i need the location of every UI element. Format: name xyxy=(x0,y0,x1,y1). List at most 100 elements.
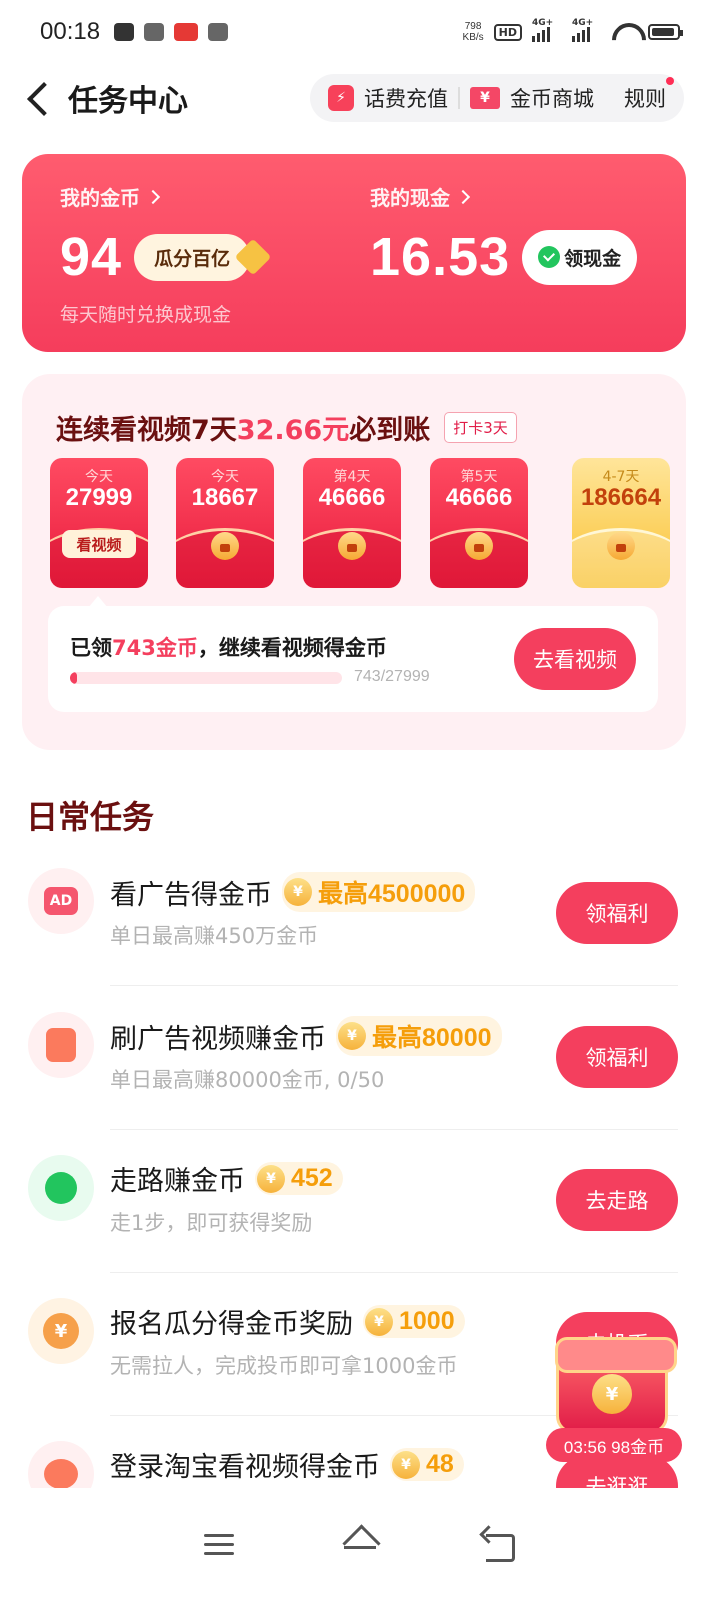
wechat-notification-icon xyxy=(144,23,165,41)
notification-icons xyxy=(114,23,229,41)
wallet-subtitle: 每天随时兑换成现金 xyxy=(60,304,232,326)
task-subtitle: 单日最高赚80000金币, 0/50 xyxy=(110,1068,385,1092)
recharge-link[interactable]: ⚡ 话费充值 xyxy=(328,83,448,113)
coin-icon: ¥ xyxy=(338,1022,366,1050)
task-item: 刷广告视频赚金币 ¥ 最高80000 单日最高赚80000金币, 0/50 领福利 xyxy=(0,986,720,1130)
task-title: 走路赚金币 xyxy=(110,1166,245,1197)
task-subtitle: 单日最高赚450万金币 xyxy=(110,924,319,948)
progress-count: 743/27999 xyxy=(354,668,430,685)
chevron-right-icon xyxy=(145,189,161,204)
coins-value: 94 xyxy=(60,227,123,287)
claim-benefit-button[interactable]: 领福利 xyxy=(556,1026,678,1088)
coin-icon: ¥ xyxy=(257,1164,285,1193)
video-progress-box: 已领743金币，继续看视频得金币 743/27999 去看视频 xyxy=(48,606,658,712)
taobao-icon xyxy=(28,1441,94,1488)
day-card-4[interactable]: 第5天 46666 xyxy=(430,458,528,588)
claim-cash-button[interactable]: 领现金 xyxy=(522,229,638,285)
rules-link[interactable]: 规则 xyxy=(624,77,674,113)
news-notification-icon xyxy=(174,23,199,41)
signal-icon-2: 4G+ xyxy=(572,18,602,42)
task-title: 报名瓜分得金币奖励 xyxy=(110,1309,353,1340)
battery-icon xyxy=(648,24,683,40)
back-icon[interactable] xyxy=(480,1524,520,1564)
network-speed: 798 KB/s xyxy=(462,21,484,43)
countdown-label: 03:56 98金币 xyxy=(546,1428,682,1462)
walk-icon xyxy=(28,1155,94,1221)
task-subtitle: 无需拉人，完成投币即可拿1000金币 xyxy=(110,1354,458,1378)
notification-dot xyxy=(666,77,674,85)
my-coins-link[interactable]: 我的金币 xyxy=(60,182,250,211)
task-title: 登录淘宝看视频得金币 xyxy=(110,1452,380,1483)
lightning-icon: ⚡ xyxy=(328,85,354,111)
checkin-card: 连续看视频7天 32.66元 必到账 打卡3天 今天 27999 看视频 今天 … xyxy=(22,374,686,750)
system-nav-bar xyxy=(0,1488,720,1600)
checkin-days-badge: 打卡3天 xyxy=(444,412,517,443)
day-card-2[interactable]: 今天 18667 xyxy=(176,458,274,588)
header-shortcuts: ⚡ 话费充值 ¥ 金币商城 规则 xyxy=(310,74,684,122)
coin-icon: ¥ xyxy=(392,1450,420,1479)
lock-icon xyxy=(465,532,493,560)
page-title: 任务中心 xyxy=(68,84,188,119)
day-card-3[interactable]: 第4天 46666 xyxy=(303,458,401,588)
ad-icon: AD xyxy=(28,868,94,934)
coins-section: 我的金币 94 瓜分百亿 xyxy=(60,182,272,287)
go-walk-button[interactable]: 去走路 xyxy=(556,1169,678,1231)
daily-tasks-title: 日常任务 xyxy=(26,798,155,836)
reward-badge: ¥452 xyxy=(255,1162,343,1195)
watch-video-button[interactable]: 看视频 xyxy=(62,530,136,558)
checkin-title: 连续看视频7天 32.66元 必到账 打卡3天 xyxy=(56,408,517,447)
cash-section: 我的现金 16.53 领现金 xyxy=(370,182,638,287)
status-indicators: 798 KB/s HD 4G+ 4G+ xyxy=(462,18,683,43)
lock-icon xyxy=(338,532,366,560)
chevron-right-icon xyxy=(455,189,471,204)
task-item: AD 看广告得金币 ¥ 最高4500000 单日最高赚450万金币 领福利 xyxy=(0,842,720,986)
reward-badge: ¥ 最高80000 xyxy=(336,1016,502,1056)
task-title: 看广告得金币 xyxy=(110,879,272,911)
coin-icon: ¥ xyxy=(592,1374,632,1414)
coin-icon: ¥ xyxy=(284,878,312,906)
alipay-notification-icon xyxy=(208,23,229,41)
progress-fill xyxy=(70,672,78,684)
hd-voice-icon: HD xyxy=(493,23,522,41)
video-icon xyxy=(28,1012,94,1078)
lock-icon xyxy=(211,532,239,560)
ticket-icon: ¥ xyxy=(470,87,500,109)
status-bar: 00:18 798 KB/s HD 4G+ 4G+ xyxy=(0,0,720,64)
task-title: 刷广告视频赚金币 xyxy=(110,1023,326,1055)
day-card-1[interactable]: 今天 27999 看视频 xyxy=(50,458,148,588)
share-billions-button[interactable]: 瓜分百亿 xyxy=(134,233,272,281)
task-item: 走路赚金币 ¥452 走1步，即可获得奖励 去走路 xyxy=(0,1129,720,1273)
menu-icon[interactable] xyxy=(200,1524,240,1564)
lock-icon xyxy=(607,532,635,560)
coin-mall-link[interactable]: ¥ 金币商城 xyxy=(470,83,594,113)
coin-mall-label: 金币商城 xyxy=(510,87,594,111)
floating-reward-widget[interactable]: ¥ 03:56 98金币 xyxy=(544,1337,684,1468)
task-subtitle: 走1步，即可获得奖励 xyxy=(110,1211,313,1235)
notification-app-icon xyxy=(114,23,135,41)
back-arrow-icon[interactable] xyxy=(20,78,60,118)
my-cash-link[interactable]: 我的现金 xyxy=(370,182,637,211)
progress-bar xyxy=(70,672,342,684)
day-card-5[interactable]: 4-7天 186664 xyxy=(572,458,670,588)
claim-benefit-button[interactable]: 领福利 xyxy=(556,882,678,944)
wallet-card: 我的金币 94 瓜分百亿 我的现金 16.53 领现金 每天随时兑换成现金 xyxy=(22,154,686,352)
reward-badge: ¥48 xyxy=(390,1448,464,1481)
yuan-icon: ¥ xyxy=(28,1298,94,1364)
go-watch-video-button[interactable]: 去看视频 xyxy=(514,628,636,690)
home-icon[interactable] xyxy=(340,1524,380,1564)
divider xyxy=(458,87,460,109)
rules-label: 规则 xyxy=(624,87,666,111)
progress-text: 已领743金币，继续看视频得金币 xyxy=(70,636,387,660)
checkin-days: 今天 27999 看视频 今天 18667 第4天 46666 第5天 4666… xyxy=(50,458,670,590)
reward-badge: ¥1000 xyxy=(363,1305,465,1338)
coin-icon: ¥ xyxy=(365,1307,393,1336)
status-time: 00:18 xyxy=(40,18,101,45)
page-header: 任务中心 ⚡ 话费充值 ¥ 金币商城 规则 xyxy=(0,68,720,128)
coin-stack-icon xyxy=(234,238,272,275)
cash-value: 16.53 xyxy=(370,227,511,287)
wechat-icon xyxy=(538,246,561,268)
signal-icon: 4G+ xyxy=(532,18,562,42)
recharge-label: 话费充值 xyxy=(364,87,448,111)
wifi-icon xyxy=(612,23,638,41)
reward-badge: ¥ 最高4500000 xyxy=(282,872,476,912)
